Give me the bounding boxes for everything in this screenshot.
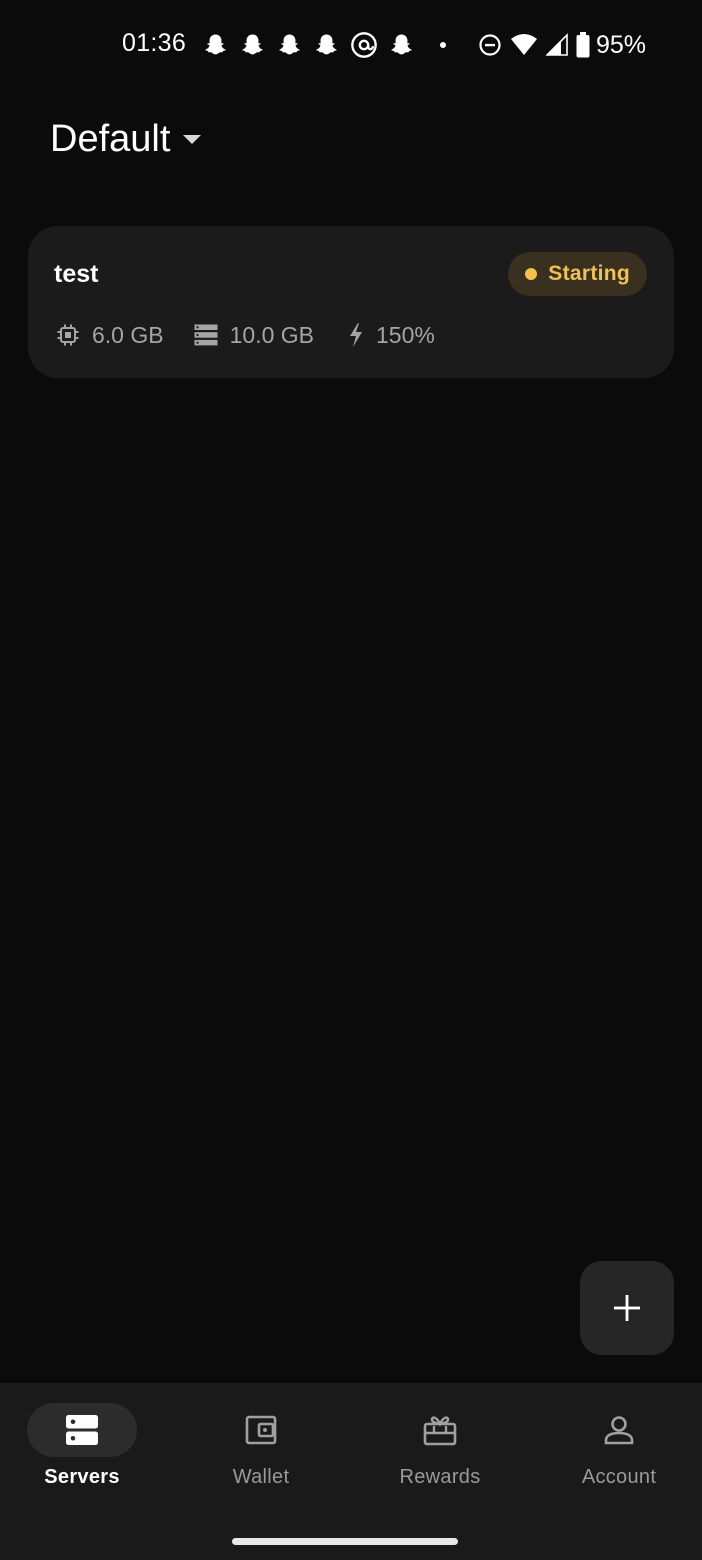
nav-item-wallet[interactable]: Wallet [181, 1403, 341, 1489]
server-specs: 6.0 GB 10.0 GB 150% [56, 320, 465, 350]
nav-active-indicator [27, 1403, 137, 1457]
group-selector[interactable]: Default [50, 118, 202, 161]
bottom-navigation: Servers Wallet Rewards Account [0, 1383, 702, 1560]
storage-spec: 10.0 GB [194, 322, 314, 349]
status-dot-icon [525, 268, 538, 280]
status-label: Starting [548, 262, 630, 285]
app-screen: 01:36 95% Default test Starting 6.0 GB 1… [0, 0, 702, 1560]
storage-value: 10.0 GB [229, 321, 314, 348]
nav-label-servers: Servers [44, 1466, 120, 1488]
add-server-button[interactable] [580, 1261, 674, 1355]
chip-icon [56, 323, 80, 347]
bolt-icon [348, 323, 364, 347]
gift-icon [423, 1414, 457, 1446]
threads-icon [350, 31, 378, 59]
nav-item-rewards[interactable]: Rewards [360, 1403, 520, 1489]
nav-item-account[interactable]: Account [539, 1403, 699, 1489]
home-indicator[interactable] [232, 1538, 458, 1545]
cpu-spec: 150% [344, 322, 435, 349]
cpu-value: 150% [376, 321, 435, 348]
notification-icons [202, 31, 457, 59]
battery-icon [576, 32, 590, 58]
servers-icon [66, 1414, 98, 1446]
server-card[interactable]: test Starting 6.0 GB 10.0 GB 150% [28, 226, 674, 378]
more-dot-icon [439, 41, 447, 49]
battery-percent: 95% [595, 30, 646, 59]
storage-icon [194, 324, 218, 346]
snapchat-icon [388, 32, 415, 59]
signal-icon [545, 33, 568, 57]
status-time: 01:36 [122, 29, 187, 57]
nav-label-wallet: Wallet [232, 1466, 290, 1488]
snapchat-icon [239, 32, 266, 59]
status-badge: Starting [508, 252, 647, 296]
nav-item-servers[interactable]: Servers [2, 1403, 162, 1489]
snapchat-icon [313, 32, 340, 59]
snapchat-icon [276, 32, 303, 59]
caret-down-icon [182, 134, 202, 146]
status-bar: 01:36 95% [0, 0, 702, 88]
memory-spec: 6.0 GB [56, 322, 164, 349]
account-icon [603, 1414, 635, 1446]
nav-label-account: Account [581, 1466, 657, 1488]
do-not-disturb-icon [478, 33, 502, 57]
wifi-icon [510, 33, 538, 57]
wallet-icon [245, 1414, 277, 1446]
nav-label-rewards: Rewards [399, 1466, 481, 1488]
page-title: Default [50, 118, 171, 160]
plus-icon [614, 1295, 640, 1321]
server-name: test [54, 260, 99, 288]
system-icons: 95% [470, 30, 646, 60]
snapchat-icon [202, 32, 229, 59]
memory-value: 6.0 GB [92, 321, 164, 348]
